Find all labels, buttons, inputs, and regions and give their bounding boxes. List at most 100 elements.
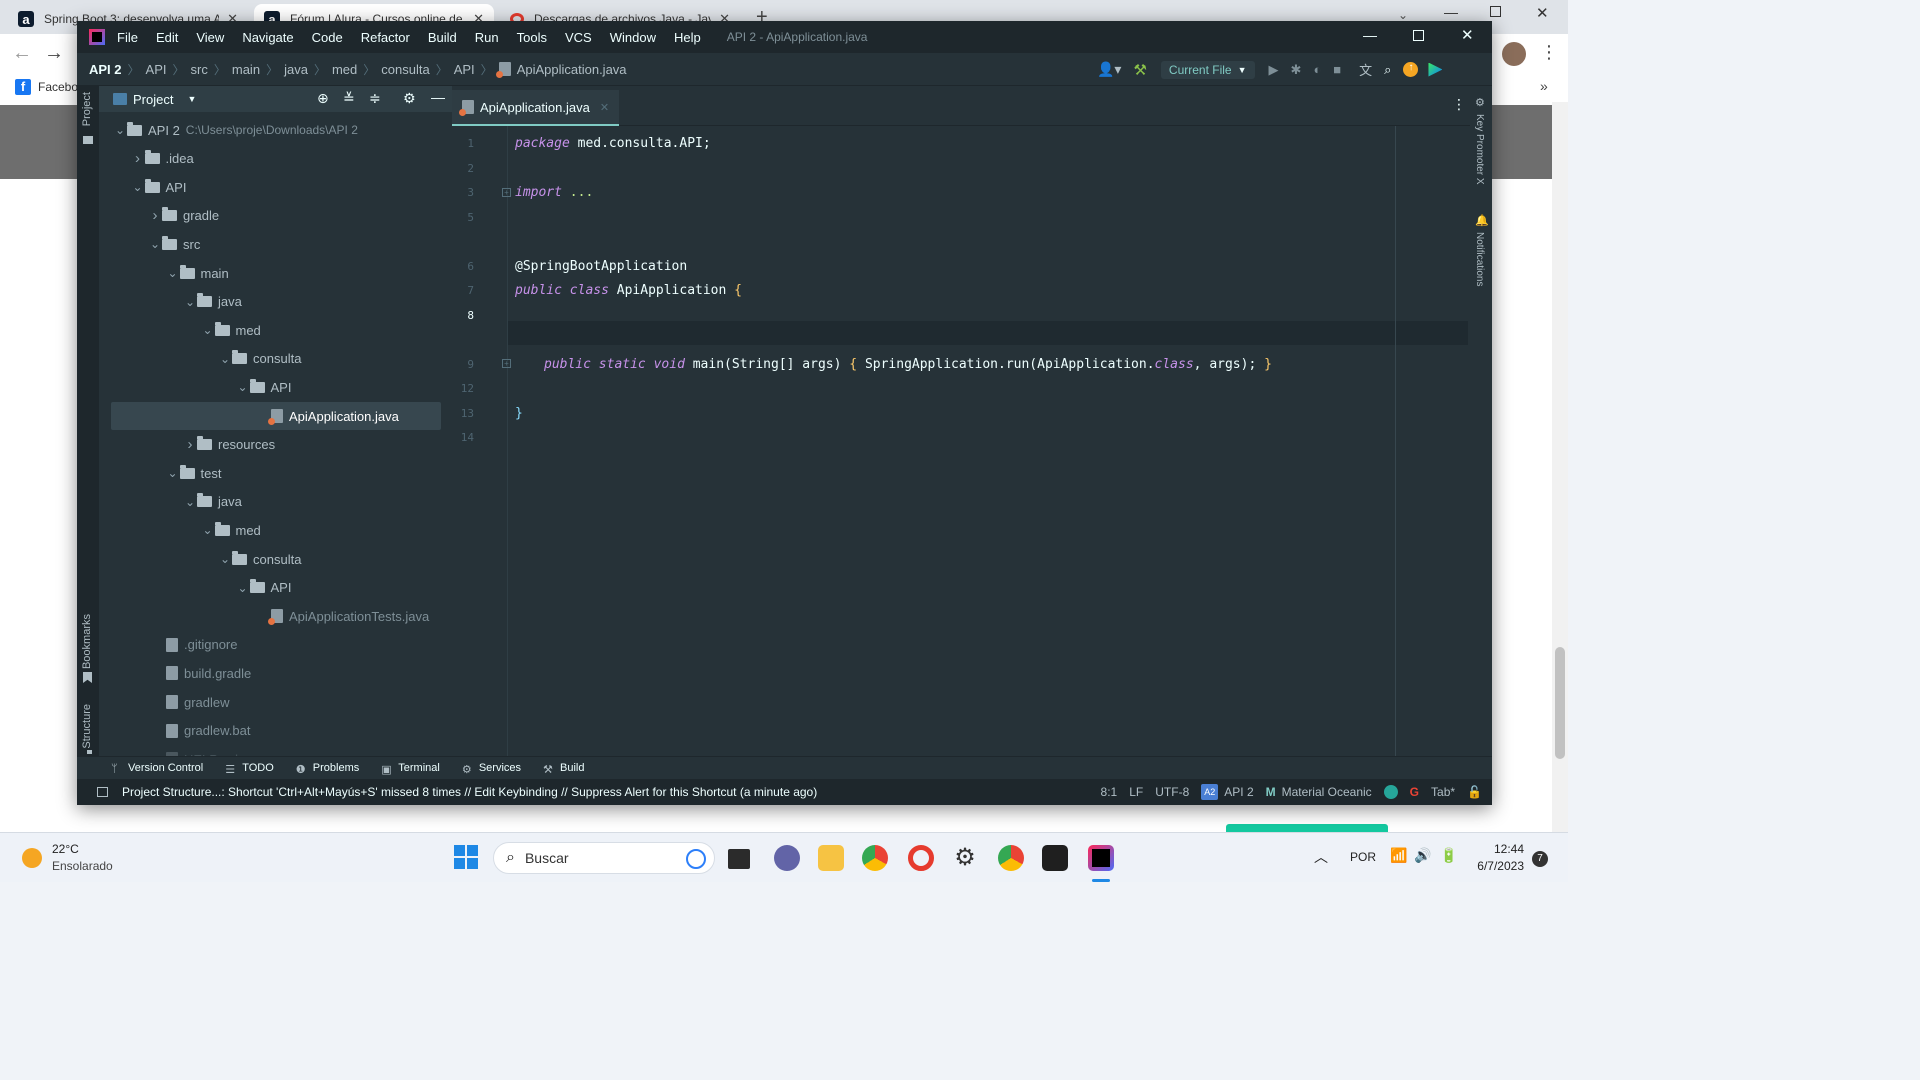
debug-icon[interactable]: ✱ (1291, 62, 1302, 78)
menu-build[interactable]: Build (428, 30, 457, 45)
close-window-icon[interactable]: ✕ (1536, 4, 1549, 22)
line-separator[interactable]: LF (1129, 785, 1143, 799)
tool-tab-version-control[interactable]: ᛘ Version Control (111, 762, 203, 775)
menu-edit[interactable]: Edit (156, 30, 178, 45)
code-line-9[interactable]: public static void main(String[] args) {… (544, 357, 1272, 372)
code-line-1[interactable]: package med.consulta.API; (515, 136, 711, 151)
tree-item[interactable]: ⌄ java (111, 288, 441, 316)
tree-item[interactable]: .gitignore (111, 631, 441, 659)
locate-icon[interactable]: ⊕ (317, 90, 329, 107)
windows-start-icon[interactable] (454, 845, 480, 871)
clock-time[interactable]: 12:44 (1470, 842, 1524, 856)
tree-item[interactable]: ⌄ java (111, 488, 441, 516)
caret-position[interactable]: 8:1 (1101, 785, 1118, 799)
theme-color-icon[interactable] (1383, 785, 1398, 799)
update-icon[interactable]: ↑ (1403, 62, 1419, 77)
bookmark-facebook[interactable]: Facebo (38, 80, 78, 94)
bookmarks-tool-button[interactable]: Bookmarks (81, 614, 93, 669)
code-with-me-icon[interactable] (1428, 62, 1443, 77)
theme-name[interactable]: Material Oceanic (1282, 785, 1372, 799)
project-name[interactable]: API 2 (1224, 785, 1253, 799)
ide-close-icon[interactable]: ✕ (1461, 26, 1474, 44)
tree-item[interactable]: ⌄ API (111, 173, 441, 201)
taskbar-search[interactable]: ⌕ Buscar (493, 842, 715, 874)
minimize-icon[interactable]: — (1444, 4, 1458, 20)
file-encoding[interactable]: UTF-8 (1155, 785, 1189, 799)
chrome-profile-icon[interactable] (998, 845, 1024, 871)
volume-icon[interactable]: 🔊 (1414, 847, 1431, 864)
breadcrumb-item[interactable]: API 2 (89, 62, 122, 77)
breadcrumb-item[interactable]: API (454, 62, 475, 77)
opera-icon[interactable] (908, 845, 934, 871)
bookmarks-overflow[interactable]: » (1540, 78, 1548, 94)
run-icon[interactable]: ▶ (1269, 62, 1279, 78)
avatar[interactable] (1502, 42, 1526, 66)
key-promoter-tool-button[interactable]: Key Promoter X (1474, 114, 1485, 185)
page-scrollbar[interactable] (1552, 102, 1568, 832)
structure-tool-button[interactable]: Structure (81, 704, 93, 749)
hide-panel-icon[interactable]: — (431, 89, 445, 105)
ide-maximize-icon[interactable] (1413, 30, 1424, 41)
tool-windows-icon[interactable] (97, 787, 108, 797)
tool-tab-build[interactable]: ⚒ Build (543, 762, 584, 776)
breadcrumb-item[interactable]: java (284, 62, 308, 77)
stop-icon[interactable]: ■ (1333, 62, 1341, 77)
tree-item[interactable]: › gradle (111, 202, 441, 230)
chevron-down-icon[interactable]: ⌄ (131, 180, 145, 194)
menu-vcs[interactable]: VCS (565, 30, 592, 45)
tree-item[interactable]: › resources (111, 431, 441, 459)
clock-date[interactable]: 6/7/2023 (1470, 859, 1524, 873)
lock-icon[interactable]: 🔓 (1467, 785, 1482, 799)
chevron-down-icon[interactable]: ⌄ (113, 123, 127, 137)
tool-tab-todo[interactable]: ☰ TODO (225, 762, 274, 776)
chevron-right-icon[interactable]: › (131, 150, 145, 167)
breadcrumb-item[interactable]: consulta (381, 62, 429, 77)
chevron-down-icon[interactable]: ▼ (187, 94, 196, 104)
tree-item[interactable]: ⌄ consulta (111, 345, 441, 373)
tool-tab-terminal[interactable]: ▣ Terminal (381, 762, 440, 776)
tree-item[interactable]: gradlew (111, 688, 441, 716)
menu-window[interactable]: Window (610, 30, 656, 45)
chevron-down-icon[interactable]: ⌄ (166, 466, 180, 480)
tree-item[interactable]: ⌄ API (111, 574, 441, 602)
breadcrumb-item[interactable]: ApiApplication.java (517, 62, 627, 77)
terminal-icon[interactable] (1042, 845, 1068, 871)
settings-gear-icon[interactable]: ⚙ (952, 845, 978, 871)
menu-tools[interactable]: Tools (517, 30, 547, 45)
project-tool-button[interactable]: Project (81, 92, 93, 126)
teams-chat-icon[interactable] (774, 845, 800, 871)
tree-item[interactable]: ⌄ med (111, 516, 441, 544)
tree-item[interactable]: ApiApplicationTests.java (111, 602, 441, 630)
tree-item[interactable]: ⌄ API 2 C:\Users\proje\Downloads\API 2 (111, 116, 441, 144)
tree-item[interactable]: › .idea (111, 145, 441, 173)
menu-navigate[interactable]: Navigate (242, 30, 293, 45)
coverage-icon[interactable]: ◐ (1313, 62, 1321, 77)
indent-setting[interactable]: Tab* (1431, 785, 1455, 799)
collapse-all-icon[interactable]: ≑ (369, 90, 381, 107)
menu-code[interactable]: Code (312, 30, 343, 45)
gear-icon[interactable]: ⚙ (403, 90, 416, 107)
menu-file[interactable]: File (117, 30, 138, 45)
status-message[interactable]: Project Structure...: Shortcut 'Ctrl+Alt… (122, 785, 817, 799)
tree-item[interactable]: ⌄ test (111, 459, 441, 487)
breadcrumb-item[interactable]: src (191, 62, 208, 77)
chevron-right-icon[interactable]: › (183, 436, 197, 453)
battery-icon[interactable]: 🔋 (1440, 847, 1457, 864)
folded-imports[interactable]: ... (570, 185, 593, 200)
build-hammer-icon[interactable]: ⚒ (1133, 61, 1146, 79)
tab-search-icon[interactable]: ⌄ (1398, 8, 1408, 22)
tree-item[interactable]: ⌄ med (111, 316, 441, 344)
chevron-up-icon[interactable]: ︿ (1314, 847, 1328, 867)
chevron-right-icon[interactable]: › (148, 207, 162, 224)
code-line-7[interactable]: public class ApiApplication { (515, 283, 742, 298)
notifications-tool-button[interactable]: Notifications (1474, 232, 1485, 286)
chevron-down-icon[interactable]: ⌄ (236, 581, 250, 595)
page-scrollbar-thumb[interactable] (1555, 647, 1565, 759)
task-view-icon[interactable] (728, 849, 750, 869)
tree-item[interactable]: ⌄ src (111, 230, 441, 258)
tree-item[interactable]: ⌄ consulta (111, 545, 441, 573)
translate-icon[interactable]: 文 (1359, 60, 1372, 79)
chevron-down-icon[interactable]: ⌄ (201, 323, 215, 337)
chevron-down-icon[interactable]: ⌄ (183, 295, 197, 309)
fold-icon[interactable]: + (502, 359, 511, 368)
